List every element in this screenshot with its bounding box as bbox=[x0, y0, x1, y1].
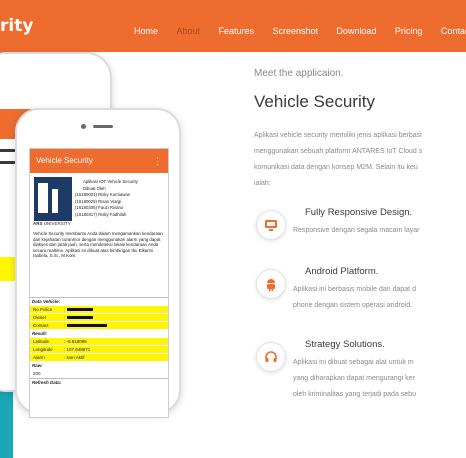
overflow-menu-icon[interactable]: ⋮ bbox=[153, 149, 162, 173]
feature-title-android: Android Platform. bbox=[305, 266, 379, 277]
nav-item-screenshot[interactable]: Screenshot bbox=[272, 26, 318, 36]
app-title: Vehicle Security bbox=[36, 156, 93, 165]
app-credits: Aplikasi IOT Vehicle Security Dibuat Ole… bbox=[75, 179, 138, 217]
nav-item-about[interactable]: About bbox=[176, 26, 200, 36]
nav-item-pricing[interactable]: Pricing bbox=[395, 26, 423, 36]
top-navbar: rity Home About Features Screenshot Down… bbox=[0, 0, 466, 52]
brand-logo-text[interactable]: rity bbox=[0, 16, 33, 36]
data-vehicle-header: Data Vehicle: bbox=[32, 299, 61, 304]
headset-icon bbox=[256, 342, 286, 372]
feature-title-responsive: Fully Responsive Design. bbox=[305, 207, 413, 218]
result-header: Result: bbox=[32, 331, 48, 336]
refresh-header: Refresh Data: bbox=[32, 380, 62, 385]
result-row-alarm: Alarm: Non Aktif bbox=[30, 354, 168, 361]
feature-desc-responsive: Responsive dengan segala macam layar bbox=[293, 227, 420, 234]
data-row-contact: Contact : bbox=[30, 322, 168, 329]
nav-item-features[interactable]: Features bbox=[218, 26, 254, 36]
front-phone-mockup: Vehicle Security ⋮ ARS UNIVERSITY Aplika… bbox=[15, 108, 181, 418]
result-row-longitude: Longitude: 107.649571 bbox=[30, 346, 168, 353]
feature-desc-strategy: Aplikasi ini dibuat sebagai alat untuk m… bbox=[293, 359, 416, 398]
main-nav: Home About Features Screenshot Download … bbox=[134, 21, 466, 39]
phone-speaker-icon bbox=[93, 125, 113, 128]
redacted-value bbox=[66, 308, 93, 312]
raw-header: Raw: bbox=[32, 363, 43, 368]
redacted-value bbox=[66, 324, 107, 328]
nav-item-home[interactable]: Home bbox=[134, 26, 158, 36]
phone-app-screen: Vehicle Security ⋮ ARS UNIVERSITY Aplika… bbox=[29, 148, 169, 418]
app-description: Vehicle Security membantu Anda dalam men… bbox=[33, 231, 163, 259]
divider bbox=[30, 378, 168, 379]
nav-item-contact[interactable]: Contac bbox=[441, 26, 466, 36]
university-logo bbox=[34, 177, 72, 221]
phone-camera-icon bbox=[81, 124, 86, 129]
data-row-owner: Owner : bbox=[30, 314, 168, 321]
redacted-value bbox=[66, 316, 93, 320]
intro-paragraph: Aplikasi vehicle security memiliki jenis… bbox=[254, 132, 423, 187]
desktop-icon bbox=[256, 210, 286, 240]
feature-desc-android: Aplikasi ini berbasis mobile dan dapat d… bbox=[293, 286, 416, 309]
android-icon bbox=[256, 269, 286, 299]
result-row-latitude: Latitude: -6.918095 bbox=[30, 338, 168, 345]
page-title: Vehicle Security bbox=[254, 92, 375, 111]
divider bbox=[30, 297, 168, 298]
data-row-no-police: No Police : bbox=[30, 306, 168, 313]
feature-title-strategy: Strategy Solutions. bbox=[305, 339, 385, 350]
university-logo-label: ARS UNIVERSITY bbox=[33, 221, 71, 226]
section-subtitle: Meet the applicaion. bbox=[254, 68, 344, 79]
app-bar: Vehicle Security ⋮ bbox=[30, 149, 168, 173]
raw-value: 200 bbox=[33, 371, 41, 376]
nav-item-download[interactable]: Download bbox=[336, 26, 376, 36]
